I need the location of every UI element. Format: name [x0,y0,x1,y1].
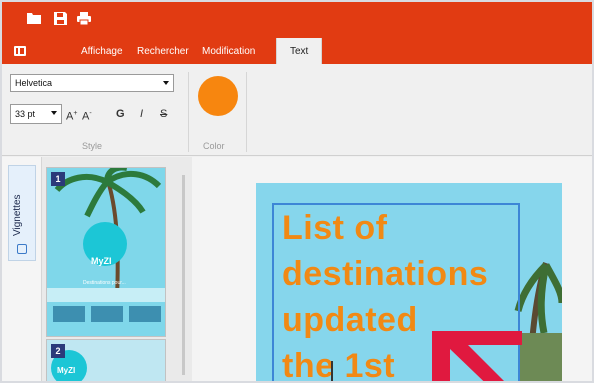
thumbnail-logo: MyZI [57,366,76,375]
thumbnail-artwork [47,168,165,336]
heading-line-2: destinations [282,255,489,293]
thumbnail-logo: MyZI [91,256,112,266]
strikethrough-button[interactable]: S [160,106,167,122]
tab-affichage[interactable]: Affichage [81,38,123,64]
shrink-font-button[interactable]: A- [82,106,92,125]
ribbon-tab-row: Affichage Rechercher Modification Text [2,38,592,64]
thumbnail-number: 2 [51,344,65,358]
vignettes-tab-label: Vignettes [12,194,23,236]
bold-button[interactable]: G [116,106,125,122]
print-icon[interactable] [76,10,92,26]
folder-open-icon[interactable] [26,10,42,26]
pointer-arrow-icon [432,331,522,381]
document-canvas: List of destinations updated the 1st [192,157,592,381]
tab-modification[interactable]: Modification [202,38,255,64]
document-page[interactable]: List of destinations updated the 1st [256,183,562,381]
group-divider [188,72,189,152]
italic-button[interactable]: I [140,106,143,122]
grow-font-button[interactable]: A+ [66,106,77,125]
side-tab-strip: Vignettes [2,157,42,381]
style-group-label: Style [82,141,103,151]
panel-toggle-icon[interactable] [14,46,26,56]
font-family-value: Helvetica [15,78,53,88]
tab-vignettes[interactable]: Vignettes [8,165,36,261]
group-divider [246,72,247,152]
thumbnail-number: 1 [51,172,65,186]
heading-line-1: List of [282,209,388,247]
page-thumbnail-2[interactable]: 2 MyZI [46,339,166,381]
thumbnails-icon [17,244,27,254]
text-cursor [331,361,333,381]
tab-rechercher[interactable]: Rechercher [137,38,189,64]
tab-text[interactable]: Text [276,38,323,64]
color-group-label: Color [203,141,225,151]
thumbnail-scrollbar[interactable] [182,175,185,375]
save-icon[interactable] [52,10,68,26]
color-swatch-button[interactable] [198,76,238,116]
ribbon-panel: Helvetica 33 pt A+ A- G I S Style Color [2,64,592,156]
app-window: Affichage Rechercher Modification Text H… [0,0,594,383]
thumbnail-subtitle: Destinations pour... [83,280,126,286]
font-size-value: 33 pt [15,109,36,119]
chevron-down-icon [163,81,169,85]
thumbnail-panel: 1 MyZI Destinations pour... 2 MyZI [42,157,192,381]
font-family-select[interactable]: Helvetica [10,74,174,92]
title-bar [2,2,592,38]
page-thumbnail-1[interactable]: 1 MyZI Destinations pour... [46,167,166,337]
font-size-select[interactable]: 33 pt [10,104,62,124]
chevron-down-icon [51,111,57,115]
